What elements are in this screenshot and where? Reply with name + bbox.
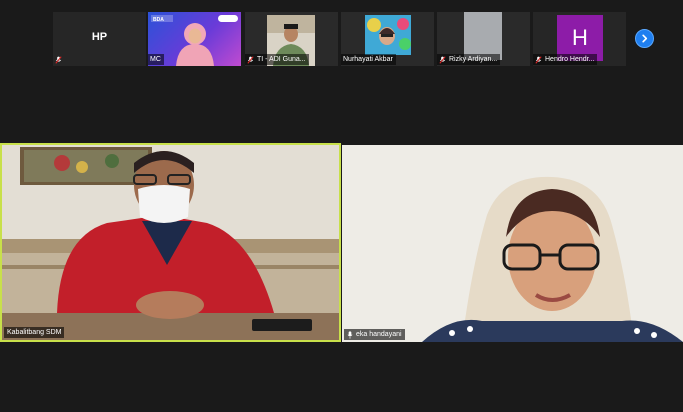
mic-icon xyxy=(347,330,353,339)
participant-video xyxy=(342,145,683,342)
participant-name-label: eka handayani xyxy=(344,329,405,340)
participant-tile-ti-adi-guna[interactable]: TI - ADI Guna... xyxy=(245,12,338,66)
participant-video xyxy=(2,145,339,340)
video-eka-handayani[interactable]: eka handayani xyxy=(342,145,683,342)
next-page-button[interactable] xyxy=(635,29,654,48)
muted-mic-icon xyxy=(247,55,254,64)
participant-name-label: Kabalitbang SDM xyxy=(4,327,65,338)
participant-tile-hendro[interactable]: H Hendro Hendr... xyxy=(533,12,626,66)
video-kabalitbang-sdm[interactable]: Kabalitbang SDM xyxy=(0,143,341,342)
participant-tile-mc[interactable]: BDA MC xyxy=(148,12,241,66)
participant-label xyxy=(53,54,68,65)
gallery-strip: HP BDA MC TI - ADI Guna... Nurhayati Akb… xyxy=(0,0,683,72)
muted-mic-icon xyxy=(535,55,542,64)
muted-mic-icon xyxy=(439,55,446,64)
participant-tile-hp[interactable]: HP xyxy=(53,12,146,66)
chevron-right-icon xyxy=(642,34,648,43)
participant-label: Hendro Hendr... xyxy=(533,54,598,65)
participant-label: MC xyxy=(148,54,164,65)
participant-label: TI - ADI Guna... xyxy=(245,54,309,65)
participant-tile-nurhayati-akbar[interactable]: Nurhayati Akbar xyxy=(341,12,434,66)
participant-label: Nurhayati Akbar xyxy=(341,54,396,65)
avatar-initial: H xyxy=(572,25,588,50)
participant-label: Rizky Ardiyan... xyxy=(437,54,501,65)
participant-tile-rizky-ardiyan[interactable]: Rizky Ardiyan... xyxy=(437,12,530,66)
muted-mic-icon xyxy=(55,55,62,64)
banner-logo-text: BDA xyxy=(153,17,164,23)
participant-initials: HP xyxy=(91,31,108,43)
